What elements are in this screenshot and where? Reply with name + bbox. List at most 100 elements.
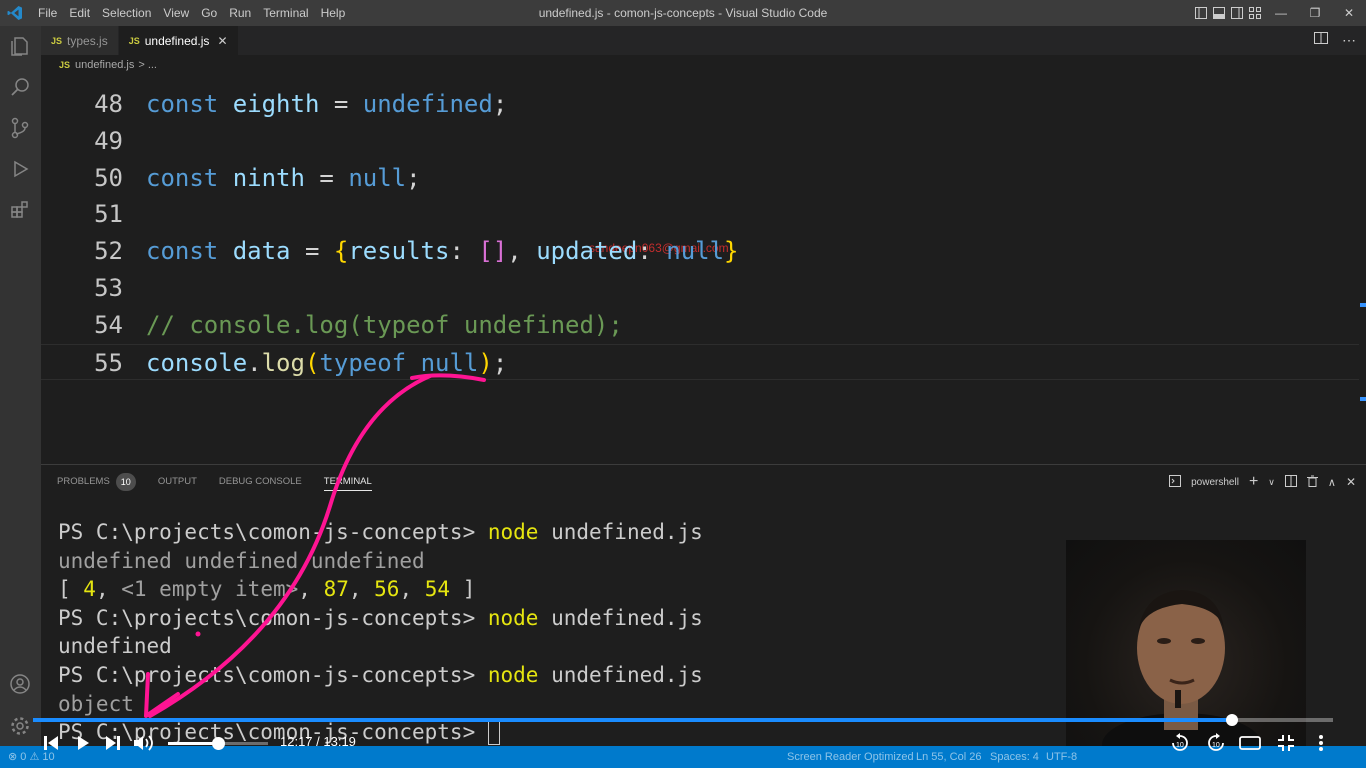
code-token: null [348, 163, 407, 192]
explorer-icon[interactable] [8, 34, 32, 58]
video-time: 12:17 / 13:19 [280, 734, 356, 749]
menu-item-edit[interactable]: Edit [63, 0, 96, 26]
code-text: // console.log(typeof undefined); [146, 307, 623, 343]
restore-icon[interactable]: ❐ [1298, 0, 1332, 26]
terminal-text: 4 [83, 577, 96, 602]
menu-item-terminal[interactable]: Terminal [257, 0, 314, 26]
maximize-panel-icon[interactable]: ∧ [1328, 476, 1336, 489]
rewind-10-icon[interactable]: 10 [1168, 730, 1192, 756]
code-line[interactable]: 51 [41, 196, 1359, 232]
code-line[interactable]: 49 [41, 123, 1359, 159]
breadcrumb: JS undefined.js > ... [41, 55, 1366, 75]
terminal-text: undefined [58, 634, 172, 659]
menu-item-go[interactable]: Go [195, 0, 223, 26]
run-debug-icon[interactable] [8, 157, 32, 181]
code-token: { [333, 237, 349, 266]
code-line[interactable]: 54 // console.log(typeof undefined); [41, 307, 1359, 343]
terminal-shell-name[interactable]: powershell [1191, 477, 1239, 488]
terminal-line: PS C:\projects\comon-js-concepts> node u… [58, 604, 703, 633]
svg-text:10: 10 [1212, 742, 1220, 749]
js-file-icon: JS [59, 60, 71, 70]
video-progress-fill [33, 718, 1232, 722]
split-editor-icon[interactable] [1314, 31, 1328, 50]
terminal-text: 54 [424, 577, 451, 602]
split-terminal-icon[interactable] [1284, 474, 1297, 490]
terminal-line: PS C:\projects\comon-js-concepts> node u… [58, 661, 703, 690]
terminal-text: <1 empty item> [121, 577, 299, 602]
play-icon[interactable] [72, 730, 94, 756]
code-text: const eighth = undefined; [146, 86, 507, 122]
exit-fullscreen-icon[interactable] [1274, 730, 1298, 756]
close-panel-icon[interactable]: ✕ [1346, 475, 1356, 489]
accounts-icon[interactable] [8, 672, 32, 696]
terminal-line: PS C:\projects\comon-js-concepts> node u… [58, 518, 703, 547]
more-actions-icon[interactable]: ⋯ [1342, 32, 1356, 49]
panel-tab-output[interactable]: OUTPUT [158, 473, 197, 491]
code-text: const ninth = null; [146, 160, 421, 196]
code-token: = [304, 163, 349, 192]
menu-bar: File Edit Selection View Go Run Terminal Help [32, 0, 351, 26]
forward-10-icon[interactable]: 10 [1204, 730, 1228, 756]
search-icon[interactable] [8, 75, 32, 99]
next-icon[interactable] [102, 730, 124, 756]
volume-icon[interactable] [132, 730, 156, 756]
code-line[interactable]: 52 const data = {results: [], updated: nu… [41, 233, 1359, 269]
line-number: 51 [94, 200, 123, 229]
menu-item-selection[interactable]: Selection [96, 0, 157, 26]
tab-undefined-js[interactable]: JS undefined.js ✕ [118, 26, 239, 55]
toggle-panel-icon[interactable] [1210, 0, 1228, 26]
panel-tab-label: OUTPUT [157, 476, 197, 487]
code-line[interactable]: 48 const eighth = undefined; [41, 86, 1359, 122]
menu-item-help[interactable]: Help [315, 0, 352, 26]
toggle-sidebar-icon[interactable] [1192, 0, 1210, 26]
toggle-secondary-sidebar-icon[interactable] [1228, 0, 1246, 26]
line-number: 53 [94, 274, 123, 302]
tab-label: undefined.js [144, 33, 210, 48]
panel-tab-label: DEBUG CONSOLE [218, 476, 302, 487]
theater-mode-icon[interactable] [1238, 730, 1262, 756]
terminal-text: , [399, 577, 425, 602]
panel-tab-problems[interactable]: PROBLEMS 10 [57, 473, 136, 491]
terminal-text: PS C:\projects\comon-js-concepts> [58, 663, 488, 687]
tab-types-js[interactable]: JS types.js [41, 26, 119, 55]
video-progress-bar[interactable] [33, 714, 1333, 726]
line-number: 52 [94, 237, 123, 266]
code-editor[interactable]: sandeepn063@gmail.com 48 const eighth = u… [41, 75, 1366, 464]
source-control-icon[interactable] [8, 116, 32, 140]
code-line[interactable]: 53 [41, 270, 1359, 306]
previous-icon[interactable] [40, 730, 62, 756]
terminal-text: 56 [374, 577, 400, 602]
vscode-logo-icon [0, 0, 30, 26]
menu-item-file[interactable]: File [32, 0, 63, 26]
customize-layout-icon[interactable] [1246, 0, 1264, 26]
extensions-icon[interactable] [8, 198, 32, 222]
activity-bar [0, 26, 41, 746]
chevron-down-icon[interactable]: ∨ [1268, 477, 1275, 488]
terminal-shell-icon [1169, 474, 1182, 490]
code-token: , [507, 237, 537, 266]
terminal-text: undefined.js [538, 520, 703, 544]
menu-item-view[interactable]: View [157, 0, 195, 26]
code-token: : [449, 237, 479, 266]
code-token: const [146, 90, 233, 118]
new-terminal-icon[interactable]: + [1249, 473, 1258, 491]
terminal-text: node [487, 520, 539, 544]
code-line[interactable]: 50 const ninth = null; [41, 160, 1359, 196]
breadcrumb-rest[interactable]: > ... [138, 59, 157, 71]
close-window-icon[interactable]: ✕ [1332, 0, 1366, 26]
close-tab-icon[interactable]: ✕ [217, 34, 227, 48]
breadcrumb-file[interactable]: undefined.js [75, 59, 134, 71]
menu-item-run[interactable]: Run [223, 0, 257, 26]
code-line[interactable]: 55 console.log(typeof null); [41, 343, 1359, 380]
line-number: 54 [94, 310, 123, 339]
code-token: typeof [319, 348, 421, 377]
minimize-icon[interactable]: — [1264, 0, 1298, 26]
panel-tab-debug-console[interactable]: DEBUG CONSOLE [219, 473, 302, 491]
more-options-icon[interactable] [1310, 730, 1332, 756]
trash-icon[interactable] [1306, 475, 1318, 490]
problems-count-badge: 10 [115, 473, 136, 491]
volume-slider[interactable] [168, 737, 268, 750]
panel-tab-terminal[interactable]: TERMINAL [323, 473, 372, 491]
panel-tab-label: PROBLEMS [57, 476, 110, 487]
volume-handle[interactable] [212, 737, 225, 750]
